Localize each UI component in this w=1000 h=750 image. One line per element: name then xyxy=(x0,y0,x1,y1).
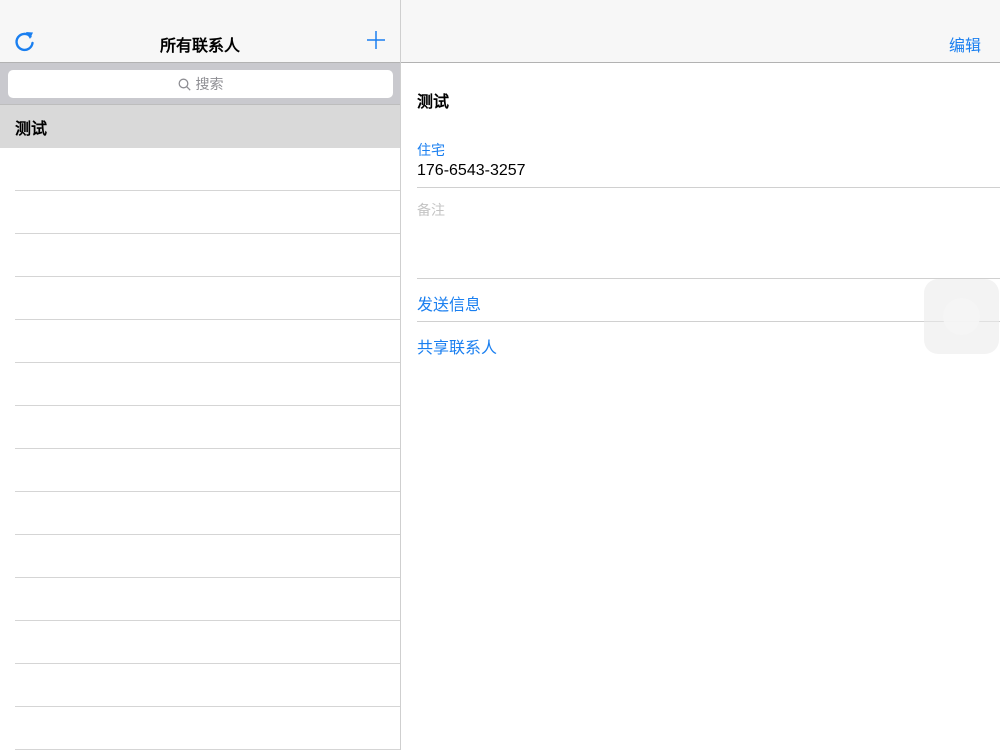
assistive-touch-icon xyxy=(943,298,980,335)
empty-list-row xyxy=(15,320,400,363)
empty-list-row xyxy=(15,191,400,234)
contacts-master-pane: 所有联系人 搜索 测试 xyxy=(0,0,401,750)
empty-list-row xyxy=(15,234,400,277)
divider xyxy=(417,278,1000,279)
master-title: 所有联系人 xyxy=(159,38,240,55)
phone-number[interactable]: 176-6543-3257 xyxy=(417,162,526,180)
search-icon xyxy=(178,78,191,91)
contact-row-selected[interactable]: 测试 xyxy=(0,105,400,148)
empty-list-row xyxy=(15,707,400,750)
add-contact-button[interactable] xyxy=(365,29,387,51)
empty-list-row xyxy=(15,664,400,707)
contact-name: 测试 xyxy=(15,120,48,138)
notes-label[interactable]: 备注 xyxy=(417,200,445,220)
empty-list-row xyxy=(15,449,400,492)
detail-nav-bar: 编辑 xyxy=(401,0,1000,63)
empty-list-row xyxy=(15,492,400,535)
assistive-touch-button[interactable] xyxy=(924,279,999,354)
divider xyxy=(417,321,1000,322)
send-message-button[interactable]: 发送信息 xyxy=(417,291,481,315)
contact-list: 测试 xyxy=(0,105,400,750)
empty-list-row xyxy=(15,277,400,320)
empty-list-row xyxy=(15,148,400,191)
empty-list-row xyxy=(15,406,400,449)
empty-list-row xyxy=(15,621,400,664)
empty-list-row xyxy=(15,535,400,578)
empty-list-row xyxy=(15,363,400,406)
search-input[interactable]: 搜索 xyxy=(8,70,393,98)
share-contact-button[interactable]: 共享联系人 xyxy=(417,334,497,358)
detail-contact-name: 测试 xyxy=(417,94,450,111)
phone-label: 住宅 xyxy=(417,142,445,158)
search-placeholder: 搜索 xyxy=(195,76,224,92)
edit-button[interactable]: 编辑 xyxy=(949,32,981,56)
search-bar: 搜索 xyxy=(0,63,400,105)
empty-list-row xyxy=(15,578,400,621)
divider xyxy=(417,187,1000,188)
master-nav-bar: 所有联系人 xyxy=(0,0,400,63)
